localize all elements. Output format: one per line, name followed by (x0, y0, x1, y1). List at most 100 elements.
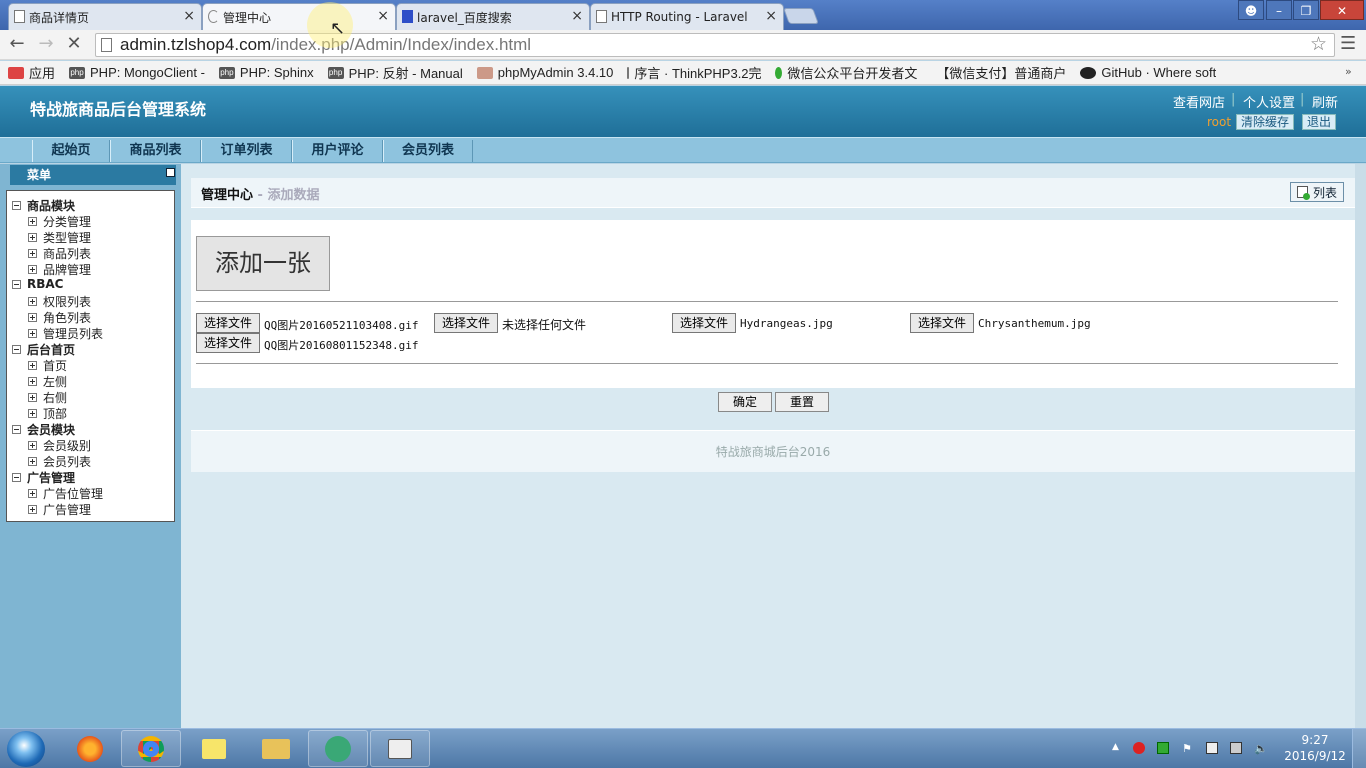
nav-user-comments[interactable]: 用户评论 (292, 140, 383, 162)
nav-order-list[interactable]: 订单列表 (201, 140, 292, 162)
stop-loading-icon[interactable]: ✕ (63, 33, 85, 54)
window-close-button[interactable]: ✕ (1320, 0, 1364, 20)
bookmark-apps[interactable]: 应用 (8, 63, 55, 82)
system-clock[interactable]: 9:27 2016/9/12 (1283, 732, 1347, 764)
bookmark-github[interactable]: GitHub · Where soft (1080, 65, 1216, 80)
menu-item-category[interactable]: 分类管理 (28, 213, 91, 230)
forward-arrow-icon[interactable]: → (35, 33, 57, 54)
user-profile-icon[interactable]: ☻ (1238, 0, 1264, 20)
choose-file-button[interactable]: 选择文件 (672, 313, 736, 333)
menu-item-home[interactable]: 首页 (28, 357, 67, 374)
close-icon[interactable]: × (183, 8, 195, 24)
personal-settings-link[interactable]: 个人设置 (1243, 92, 1295, 111)
bookmark-thinkphp[interactable]: 序言 · ThinkPHP3.2完 (627, 63, 761, 82)
more-bookmarks-icon[interactable]: » (1345, 65, 1352, 78)
menu-item-label: 左侧 (43, 375, 68, 389)
bookmark-php-sphinx[interactable]: php PHP: Sphinx (218, 65, 314, 80)
menu-group-rbac[interactable]: RBAC (12, 277, 63, 291)
tray-app-icon[interactable] (1157, 742, 1169, 754)
choose-file-button[interactable]: 选择文件 (910, 313, 974, 333)
menu-item-right[interactable]: 右侧 (28, 389, 67, 406)
menu-item-permissions[interactable]: 权限列表 (28, 293, 91, 310)
choose-file-button[interactable]: 选择文件 (434, 313, 498, 333)
close-icon[interactable]: × (571, 8, 583, 24)
menu-icon[interactable]: ☰ (1340, 33, 1356, 54)
bookmark-star-icon[interactable]: ☆ (1310, 33, 1327, 55)
add-list-icon (1296, 186, 1310, 200)
menu-group-admin-home[interactable]: 后台首页 (12, 341, 75, 358)
menu-item-goods-list[interactable]: 商品列表 (28, 245, 91, 262)
plus-box-icon (28, 489, 37, 498)
new-tab-button[interactable] (783, 8, 819, 24)
nav-goods-list[interactable]: 商品列表 (110, 140, 201, 162)
bookmark-phpmyadmin[interactable]: phpMyAdmin 3.4.10 (476, 65, 613, 80)
clear-cache-button[interactable]: 清除缓存 (1236, 114, 1295, 130)
plus-box-icon (28, 377, 37, 386)
show-desktop-button[interactable] (1352, 729, 1366, 768)
add-one-button[interactable]: 添加一张 (196, 236, 330, 291)
menu-group-label: 广告管理 (27, 471, 76, 485)
address-bar[interactable]: admin.tzlshop4.com/index.php/Admin/Index… (95, 33, 1335, 57)
list-button[interactable]: 列表 (1290, 182, 1344, 202)
nav-member-list[interactable]: 会员列表 (383, 140, 473, 162)
start-button[interactable] (7, 731, 45, 767)
plus-box-icon (28, 329, 37, 338)
menu-group-members[interactable]: 会员模块 (12, 421, 75, 438)
tray-expand-icon[interactable]: ▲ (1112, 742, 1124, 754)
bookmark-php-reflection[interactable]: php PHP: 反射 - Manual (327, 63, 463, 82)
confirm-button[interactable]: 确定 (718, 392, 772, 412)
minimize-button[interactable]: – (1266, 0, 1292, 20)
taskbar-explorer[interactable] (246, 730, 306, 767)
back-arrow-icon[interactable]: ← (6, 33, 28, 54)
plus-box-icon (28, 233, 37, 242)
logout-button[interactable]: 退出 (1302, 114, 1337, 130)
nav-home[interactable]: 起始页 (32, 140, 110, 162)
bookmark-wechat-platform[interactable]: 微信公众平台开发者文 (775, 63, 917, 82)
tray-app-icon[interactable] (1133, 742, 1145, 754)
collapse-icon[interactable] (166, 168, 175, 177)
menu-item-roles[interactable]: 角色列表 (28, 309, 91, 326)
menu-group-goods[interactable]: 商品模块 (12, 197, 75, 214)
menu-item-label: 首页 (43, 359, 68, 373)
menu-item-label: 角色列表 (43, 311, 92, 325)
choose-file-button[interactable]: 选择文件 (196, 313, 260, 333)
tab-laravel-routing[interactable]: HTTP Routing - Laravel × (590, 3, 784, 30)
menu-item-ad-manage[interactable]: 广告管理 (28, 501, 91, 518)
reset-button[interactable]: 重置 (775, 392, 829, 412)
menu-item-type[interactable]: 类型管理 (28, 229, 91, 246)
tray-device-icon[interactable] (1206, 742, 1218, 754)
scrollbar[interactable] (1355, 164, 1366, 728)
tab-baidu-search[interactable]: laravel_百度搜索 × (396, 3, 590, 30)
flag-icon[interactable]: ⚑ (1182, 742, 1194, 755)
bookmark-php-mongoclient[interactable]: php PHP: MongoClient - (69, 65, 205, 80)
view-shop-link[interactable]: 查看网店 (1173, 92, 1225, 111)
taskbar-firefox[interactable] (60, 730, 120, 767)
bookmark-wechat-pay[interactable]: 【微信支付】普通商户 (931, 63, 1066, 82)
tab-goods-detail[interactable]: 商品详情页 × (8, 3, 202, 30)
tab-label: 管理中心 (223, 10, 272, 25)
tab-admin-center[interactable]: 管理中心 × (202, 3, 396, 30)
menu-item-member-level[interactable]: 会员级别 (28, 437, 91, 454)
taskbar-sticky-notes[interactable] (184, 730, 244, 767)
taskbar-atom[interactable] (308, 730, 368, 767)
menu-item-brand[interactable]: 品牌管理 (28, 261, 91, 278)
menu-group-label: RBAC (27, 277, 64, 291)
taskbar-app[interactable] (370, 730, 430, 767)
choose-file-button[interactable]: 选择文件 (196, 333, 260, 353)
close-icon[interactable]: × (765, 8, 777, 24)
taskbar-chrome[interactable] (121, 730, 181, 767)
menu-group-label: 后台首页 (27, 343, 76, 357)
breadcrumb-subtitle: - 添加数据 (253, 188, 320, 203)
network-icon[interactable] (1230, 742, 1242, 754)
volume-icon[interactable]: 🔈 (1254, 742, 1268, 755)
menu-item-admins[interactable]: 管理员列表 (28, 325, 103, 342)
menu-item-member-list[interactable]: 会员列表 (28, 453, 91, 470)
close-icon[interactable]: × (377, 8, 389, 24)
refresh-link[interactable]: 刷新 (1312, 92, 1338, 111)
restore-button[interactable]: ❐ (1293, 0, 1319, 20)
menu-item-top[interactable]: 顶部 (28, 405, 67, 422)
menu-group-ads[interactable]: 广告管理 (12, 469, 75, 486)
plus-box-icon (28, 217, 37, 226)
menu-item-left[interactable]: 左侧 (28, 373, 67, 390)
menu-item-ad-position[interactable]: 广告位管理 (28, 485, 103, 502)
